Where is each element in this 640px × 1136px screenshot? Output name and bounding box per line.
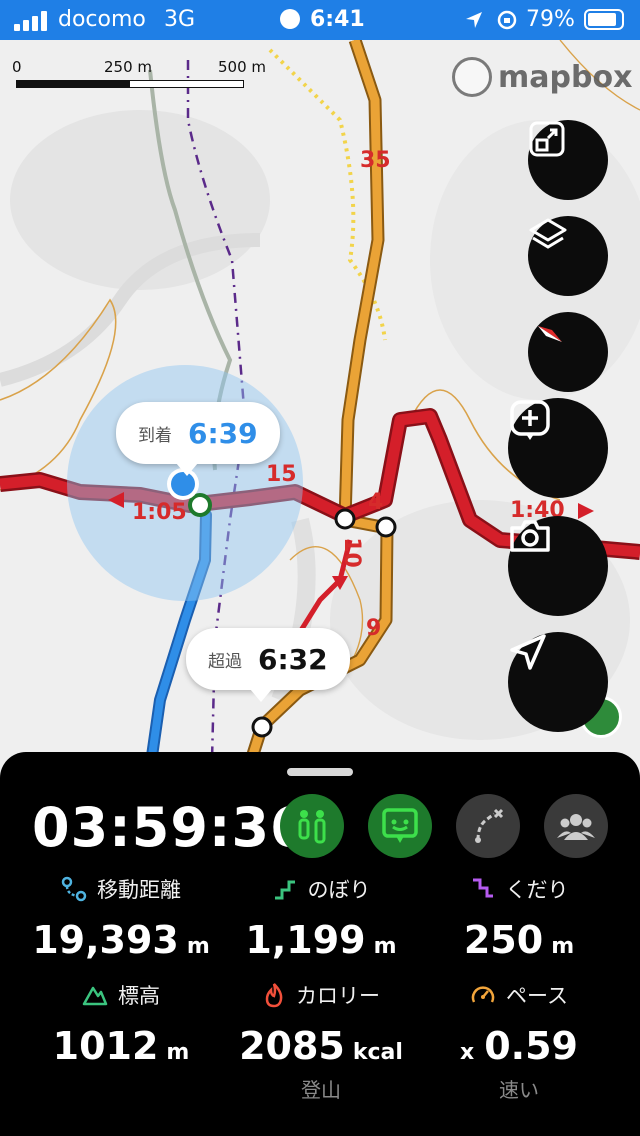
- distance-value: 19,393: [32, 918, 179, 962]
- hiking-mode-button[interactable]: [280, 794, 344, 858]
- camera-icon: [510, 520, 550, 552]
- ascent-unit: m: [373, 934, 397, 959]
- map-view[interactable]: 0 250 m 500 m mapbox 35 15 4 10 9 1:05 1…: [0, 40, 640, 770]
- ascent-label: のぼり: [307, 878, 371, 902]
- distance-label: 移動距離: [97, 878, 181, 902]
- descent-icon: [472, 878, 493, 898]
- route-edit-icon: [475, 808, 504, 843]
- flame-icon: [265, 983, 283, 1008]
- elevation-label: 標高: [118, 984, 160, 1008]
- add-memo-icon: [510, 400, 550, 440]
- battery-icon: [584, 9, 624, 30]
- arrival-time-bubble[interactable]: 到着 6:39: [116, 402, 280, 476]
- scale-mid: 250 m: [104, 58, 153, 76]
- stat-calories: カロリー 2085 kcal 登山: [216, 980, 426, 1103]
- layers-button[interactable]: [528, 216, 608, 296]
- ascent-value: 1,199: [245, 918, 366, 962]
- calories-unit: kcal: [352, 1040, 403, 1065]
- stat-descent: くだり 250 m: [414, 874, 624, 962]
- carrier-label: docomo: [58, 7, 146, 32]
- elevation-icon: [82, 986, 108, 1006]
- stat-elevation: 標高 1012 m: [16, 980, 226, 1068]
- overdue-time: 6:32: [258, 642, 328, 676]
- elapsed-time: 03:59:36: [32, 796, 309, 859]
- calories-label: カロリー: [296, 984, 380, 1008]
- stat-ascent: のぼり 1,199 m: [216, 874, 426, 962]
- location-arrow-icon: [466, 12, 482, 28]
- overdue-time-bubble[interactable]: 超過 6:32: [186, 628, 350, 702]
- mapbox-mark-icon: [452, 57, 492, 97]
- activity-type: 登山: [301, 1078, 341, 1102]
- mapbox-wordmark: mapbox: [498, 59, 633, 95]
- descent-label: くだり: [505, 878, 569, 902]
- rotation-lock-icon: [497, 10, 517, 30]
- hiking-mode-icon: [298, 810, 326, 844]
- status-time: 6:41: [310, 7, 365, 32]
- route-label: 10: [338, 537, 364, 568]
- location-services-icon: [280, 9, 300, 29]
- descent-unit: m: [551, 934, 575, 959]
- network-type: 3G: [164, 7, 196, 32]
- scale-bar: [16, 80, 244, 88]
- battery-percent: 79%: [526, 7, 575, 32]
- activity-panel[interactable]: 03:59:36 移動距離 19,393 m のぼり 1,199 m くだり 250…: [0, 752, 640, 1136]
- compass-icon: [538, 326, 562, 342]
- add-memo-button[interactable]: [508, 398, 608, 498]
- message-icon: [382, 808, 418, 843]
- message-button[interactable]: [368, 794, 432, 858]
- scale-start: 0: [12, 58, 22, 76]
- route-label: 9: [366, 616, 382, 641]
- arrival-label: 到着: [138, 425, 172, 446]
- route-label: 15: [266, 462, 297, 487]
- camera-button[interactable]: [508, 516, 608, 616]
- group-button[interactable]: [544, 794, 608, 858]
- group-icon: [557, 814, 595, 840]
- layers-icon: [529, 218, 567, 249]
- mapbox-logo: mapbox: [452, 56, 632, 98]
- speedometer-icon: [471, 986, 495, 1003]
- drag-handle[interactable]: [287, 768, 353, 776]
- signal-icon: [14, 11, 48, 31]
- status-bar: docomo 3G 6:41 79%: [0, 0, 640, 40]
- fullscreen-icon: [529, 121, 565, 157]
- route-time-label: 1:05: [132, 500, 187, 525]
- navigate-button[interactable]: [508, 632, 608, 732]
- arrival-time: 6:39: [188, 416, 258, 450]
- elevation-unit: m: [166, 1040, 190, 1065]
- route-edit-button[interactable]: [456, 794, 520, 858]
- pace-label: ペース: [506, 984, 568, 1008]
- route-distance-icon: [61, 876, 87, 902]
- pace-rating: 速い: [499, 1078, 539, 1102]
- stat-pace: ペース x 0.59 速い: [414, 980, 624, 1103]
- pace-prefix: x: [460, 1040, 475, 1065]
- pace-value: 0.59: [484, 1024, 578, 1068]
- stat-distance: 移動距離 19,393 m: [16, 874, 226, 962]
- distance-unit: m: [186, 934, 210, 959]
- route-label: 35: [360, 148, 391, 173]
- descent-value: 250: [463, 918, 544, 962]
- navigate-icon: [510, 634, 546, 670]
- compass-button[interactable]: [528, 312, 608, 392]
- elevation-value: 1012: [52, 1024, 159, 1068]
- calories-value: 2085: [239, 1024, 345, 1068]
- scale-end: 500 m: [218, 58, 267, 76]
- route-label: 4: [368, 490, 384, 515]
- ascent-icon: [274, 880, 295, 900]
- fullscreen-button[interactable]: [528, 120, 608, 200]
- overdue-label: 超過: [208, 651, 242, 672]
